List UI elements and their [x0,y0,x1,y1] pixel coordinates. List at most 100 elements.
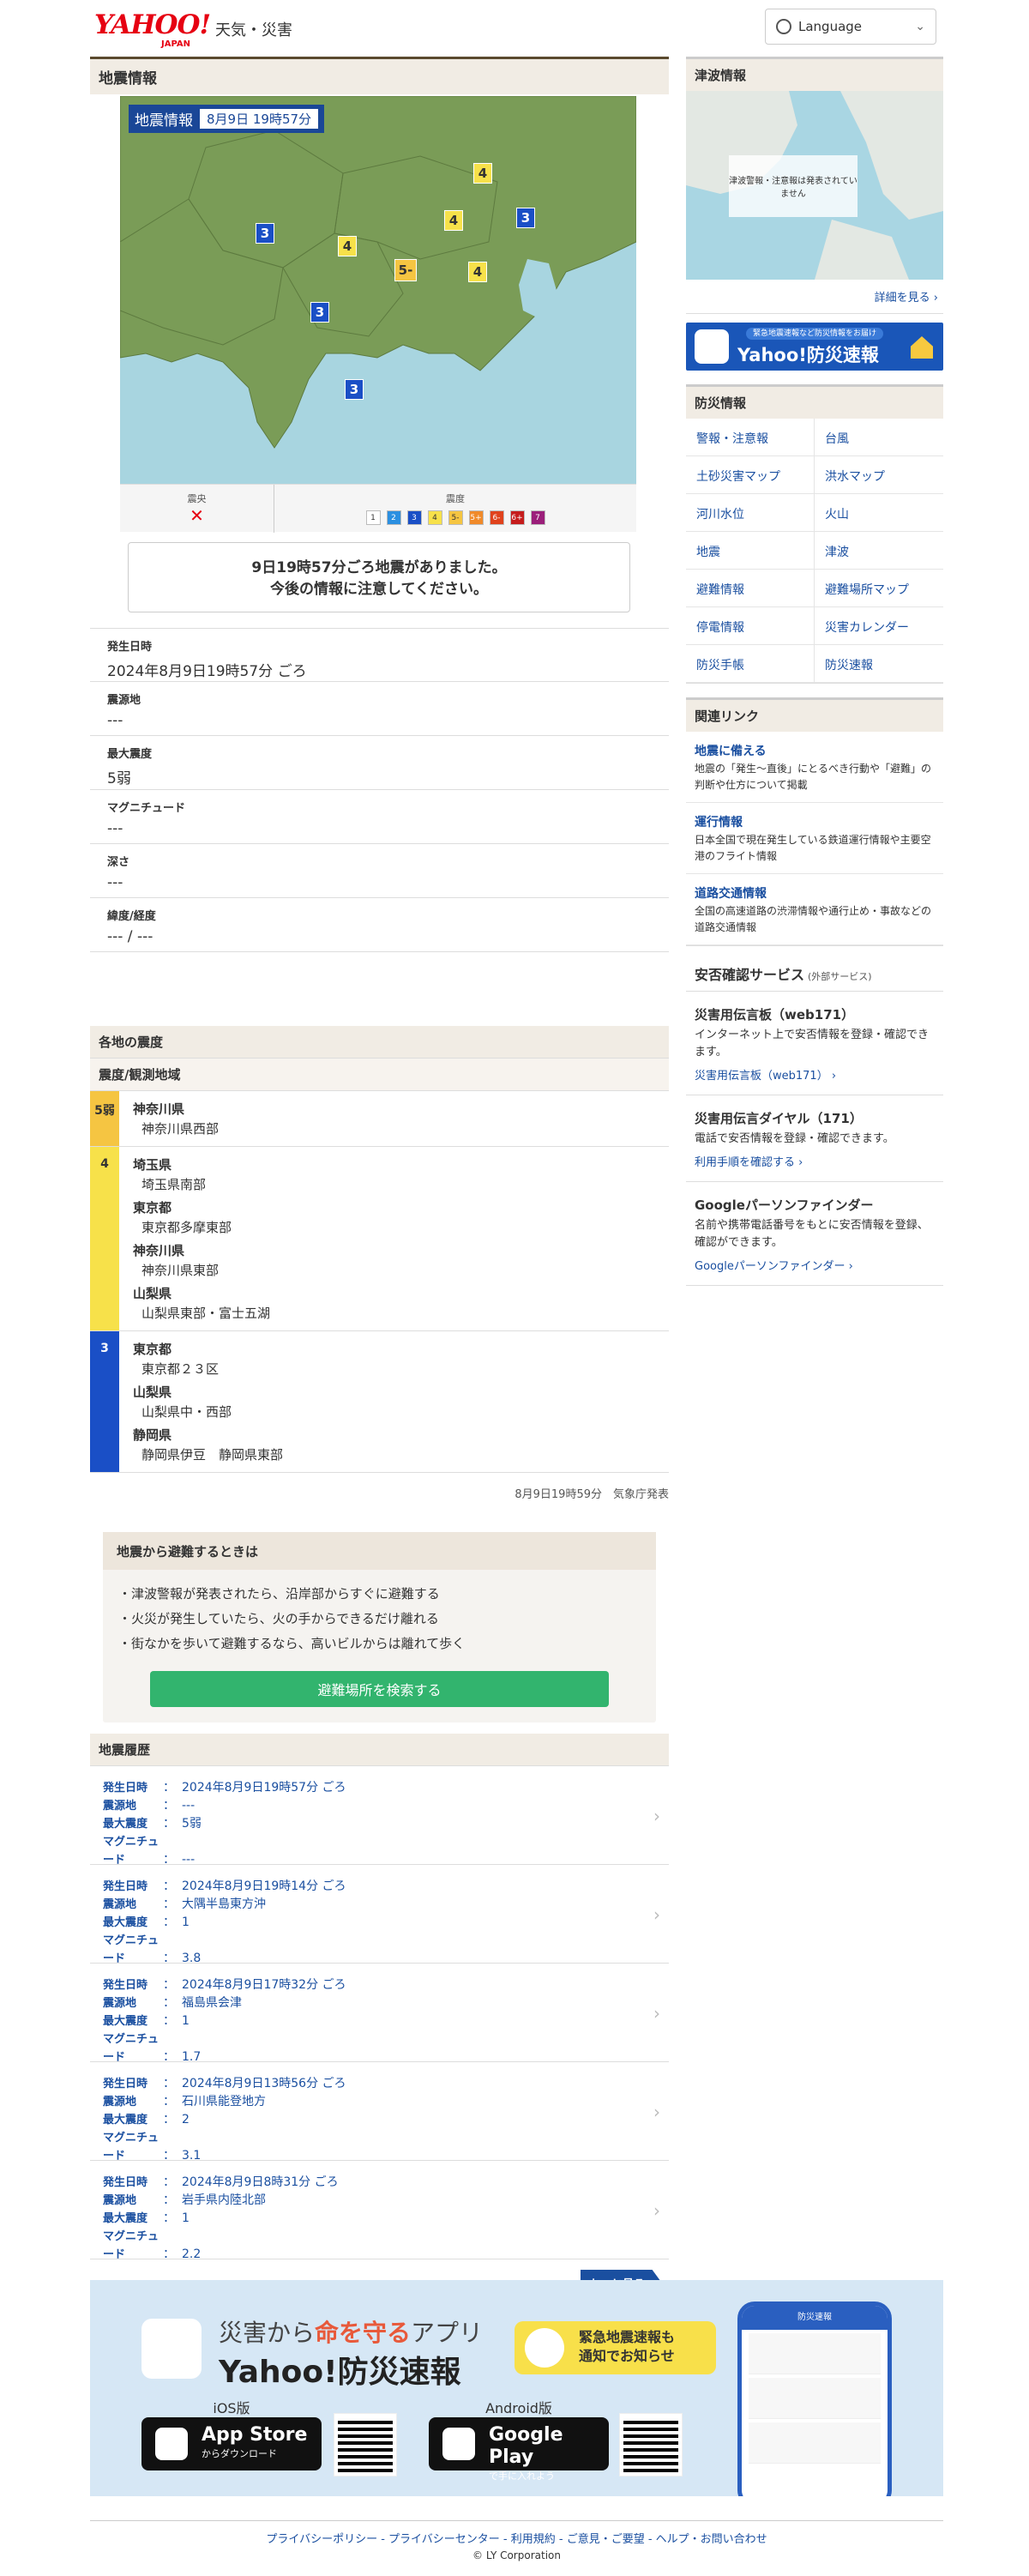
site-name[interactable]: 天気・災害 [215,18,292,40]
history-label: 最大震度 [103,1818,148,1831]
related-title[interactable]: 地震に備える [695,742,935,759]
area-name: 東京都２３区 [141,1361,220,1377]
bousai-link[interactable]: 地震 [686,532,815,570]
anpi-link-label: 利用手順を確認する [695,1156,796,1169]
anpi-title-text: 安否確認サービス [695,967,805,983]
anpi-link[interactable]: Googleパーソンファインダー › [695,1257,935,1273]
intensity-marker[interactable]: 3 [516,208,535,228]
history-item[interactable]: 発生日時 ： 2024年8月9日8時31分 ごろ 震源地 ： 岩手県内陸北部 最大震度 ： 1 マ… [90,2161,669,2261]
evac-box: 地震から避難するときは 津波警報が発表されたら、沿岸部からすぐに避難する 火災が… [103,1532,656,1722]
info-row: 震源地 --- [90,682,669,736]
history-line: 最大震度 ： 1 [103,1914,669,1932]
tagline-b: 命を守る [315,2319,412,2347]
tsunami-more-link[interactable]: 詳細を見る › [686,280,943,313]
app-store-button[interactable]: App Store からダウンロード [141,2417,322,2470]
history-label: マグニチュード [103,1836,159,1867]
bousai-link[interactable]: 洪水マップ [815,456,943,494]
bousai-link[interactable]: 防災手帳 [686,645,815,683]
tsunami-map[interactable]: 津波警報・注意報は発表されていません [686,91,943,280]
anpi-link[interactable]: 利用手順を確認する › [695,1153,935,1169]
shindo-level: 3 [90,1331,119,1472]
intensity-marker[interactable]: 3 [310,302,329,323]
bousai-link[interactable]: 避難情報 [686,570,815,607]
notice-line: 今後の情報に注意してください。 [270,581,488,598]
related-title: 関連リンク [686,697,943,732]
bousai-link[interactable]: 火山 [815,494,943,532]
info-value: --- [107,874,123,891]
page-title: 地震情報 [90,57,669,94]
quake-info-table: 発生日時 2024年8月9日19時57分 ごろ 震源地 --- 最大震度 5弱 マグニチュー… [90,628,669,952]
chevron-right-icon: › [653,1904,660,1925]
info-label: 震源地 [107,694,141,707]
pref-name: 神奈川県 [133,1101,185,1117]
chevron-right-icon: › [795,1156,803,1169]
bousai-link[interactable]: 警報・注意報 [686,419,815,456]
related-title[interactable]: 道路交通情報 [695,884,935,902]
history-line: 最大震度 ： 1 [103,2210,669,2228]
history-value: --- [182,1799,196,1813]
anpi-tag: (外部サービス) [808,971,872,982]
history-item[interactable]: 発生日時 ： 2024年8月9日17時32分 ごろ 震源地 ： 福島県会津 最大震度 ： 1 マグ… [90,1964,669,2064]
history-value: 大隅半島東方沖 [182,1897,266,1911]
shindo-areas: 埼玉県 埼玉県南部 東京都 東京都多摩東部 神奈川県 神奈川県東部 山梨県 山梨県東部・富士五… [119,1147,270,1330]
pref-name: 山梨県 [133,1286,172,1301]
bousai-app-banner[interactable]: 緊急地震速報など防災情報をお届け Yahoo!防災速報 [686,323,943,371]
history-item[interactable]: 発生日時 ： 2024年8月9日19時57分 ごろ 震源地 ： --- 最大震度 ： 5弱 マグニ… [90,1766,669,1867]
history-label: 発生日時 [103,2176,148,2189]
bousai-link[interactable]: 津波 [815,532,943,570]
quake-notice: 9日19時57分ごろ地震がありました。 今後の情報に注意してください。 [128,542,630,612]
anpi-link[interactable]: 災害用伝言板（web171） › [695,1066,935,1083]
pref-name: 東京都 [133,1200,172,1216]
quake-map[interactable]: 地震情報 8月9日 19時57分 3 4 4 3 4 4 5- 4 3 3 [120,96,636,484]
search-shelter-button[interactable]: 避難場所を検索する [150,1671,609,1707]
intensity-marker[interactable]: 4 [338,236,357,256]
history-value: 5弱 [182,1817,202,1831]
evac-tip: 街なかを歩いて避難するなら、高いビルからは離れて歩く [118,1632,656,1656]
anpi-link-label: Googleパーソンファインダー [695,1260,845,1273]
history-label: 最大震度 [103,2212,148,2225]
shindo-group: 4 埼玉県 埼玉県南部 東京都 東京都多摩東部 神奈川県 神奈川県東部 山梨県 山梨県東部・富士… [90,1147,669,1331]
shindo-group: 3 東京都 東京都２３区 山梨県 山梨県中・西部 静岡県 静岡県伊豆 静岡県東部 [90,1331,669,1473]
area-name: 山梨県中・西部 [141,1404,232,1420]
bousai-link[interactable]: 災害カレンダー [815,607,943,645]
intensity-marker[interactable]: 4 [473,163,492,184]
related-item[interactable]: 道路交通情報全国の高速道路の渋滞情報や通行止め・事故などの道路交通情報 [686,874,943,945]
bousai-link[interactable]: 停電情報 [686,607,815,645]
history-item[interactable]: 発生日時 ： 2024年8月9日19時14分 ごろ 震源地 ： 大隅半島東方沖 最大震度 ： 1… [90,1865,669,1965]
history-label: 震源地 [103,2194,137,2207]
history-sep: ： [163,1996,175,2010]
history-label: マグニチュード [103,2033,159,2064]
language-select[interactable]: Language ⌄ [765,9,936,45]
history-item[interactable]: 発生日時 ： 2024年8月9日13時56分 ごろ 震源地 ： 石川県能登地方 最大震度 ： 2… [90,2062,669,2163]
yahoo-logo[interactable]: YAHOO! [94,12,211,39]
related-item[interactable]: 運行情報 日本全国で現在発生している鉄道運行情報や主要空港のフライト情報 [686,803,943,874]
info-value: --- [107,820,123,837]
history-value: 2024年8月9日13時56分 ごろ [182,2077,346,2090]
intensity-scale: 1 2 3 4 5- 5+ 6- 6+ 7 [274,510,636,525]
tagline-a: 災害から [219,2319,316,2347]
bousai-link[interactable]: 土砂災害マップ [686,456,815,494]
intensity-marker[interactable]: 4 [444,210,463,231]
history-sep: ： [163,2095,175,2108]
related-title[interactable]: 運行情報 [695,813,935,830]
info-row: 深さ --- [90,844,669,898]
info-label: 最大震度 [107,748,153,761]
google-play-button[interactable]: Google Play で手に入れよう [429,2417,609,2482]
bousai-link[interactable]: 河川水位 [686,494,815,532]
intensity-marker[interactable]: 5- [394,259,417,281]
tagline-c: アプリ [411,2319,484,2347]
history-sep: ： [163,1915,175,1929]
bousai-link[interactable]: 避難場所マップ [815,570,943,607]
footer-links[interactable]: プライバシーポリシー - プライバシーセンター - 利用規約 - ご意見・ご要望… [90,2530,943,2546]
related-desc: 全国の高速道路の渋滞情報や通行止め・事故などの道路交通情報 [695,905,932,933]
intensity-marker[interactable]: 3 [256,223,274,244]
history-value: 2024年8月9日8時31分 ごろ [182,2175,339,2189]
bousai-title: 防災情報 [686,384,943,419]
history-label: 最大震度 [103,2114,148,2127]
intensity-marker[interactable]: 3 [345,379,364,400]
bousai-link[interactable]: 台風 [815,419,943,456]
history-label: マグニチュード [103,2132,159,2163]
related-item[interactable]: 地震に備える 地震の「発生〜直後」にとるべき行動や「避難」の判断や仕方について掲載 [686,732,943,803]
intensity-marker[interactable]: 4 [468,262,487,282]
bousai-link[interactable]: 防災速報 [815,645,943,683]
